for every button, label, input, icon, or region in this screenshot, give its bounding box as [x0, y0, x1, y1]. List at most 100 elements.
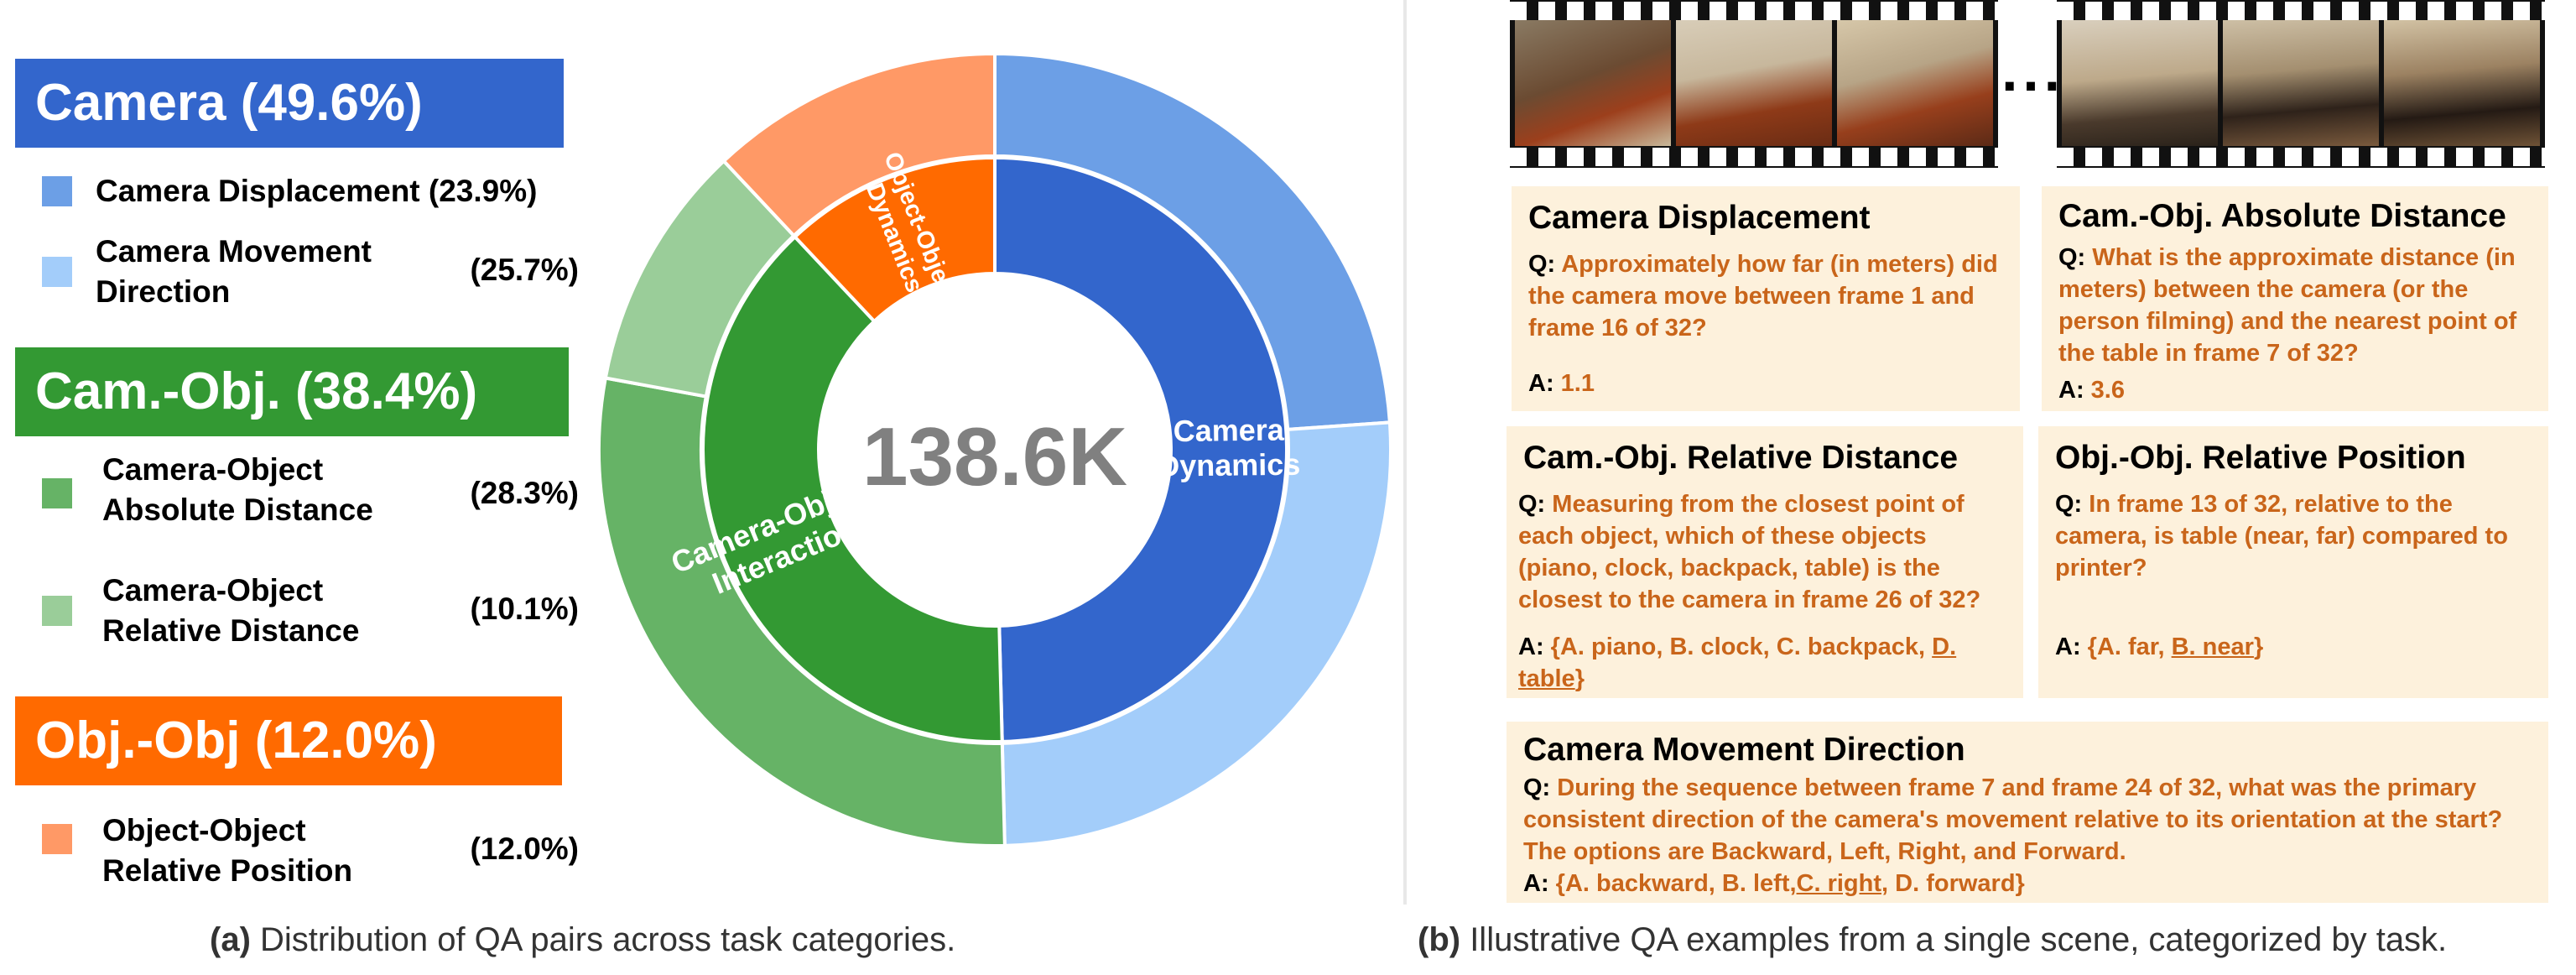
qa-question: Q: Approximately how far (in meters) did…	[1528, 248, 2003, 344]
caption-a-tag: (a)	[210, 921, 251, 958]
caption-a-text: Distribution of QA pairs across task cat…	[250, 921, 956, 958]
qa-card-camera-movement: Camera Movement Direction Q: During the …	[1507, 722, 2548, 903]
legend-pct: (25.7%)	[470, 253, 579, 287]
filmstrip-left	[1510, 0, 1998, 168]
inner-label-line1: Camera	[1173, 412, 1285, 448]
answer-text: 3.6	[2090, 377, 2125, 404]
legend-label-line2: Direction	[96, 274, 231, 309]
qa-answer: A: 1.1	[1528, 368, 2003, 399]
a-prefix: A:	[1518, 633, 1544, 660]
legend-label: Camera-Object Relative Distance	[102, 571, 359, 651]
correct-answer: C. right	[1796, 870, 1882, 897]
qa-card-title: Cam.-Obj. Absolute Distance	[2058, 198, 2506, 234]
video-frame	[2384, 20, 2540, 146]
legend-label-line1: Camera-Object	[102, 452, 324, 487]
inner-slice-label: CameraDynamics	[1158, 412, 1301, 483]
legend-label-line2: Absolute Distance	[102, 493, 373, 527]
a-prefix: A:	[2058, 377, 2084, 404]
center-total-label: 138.6K	[862, 410, 1127, 503]
filmstrip-frames	[2062, 20, 2540, 146]
legend-banner-camera: Camera (49.6%)	[15, 59, 564, 148]
legend-pct: (10.1%)	[470, 592, 579, 626]
legend-pct: (12.0%)	[470, 832, 579, 866]
legend-swatch	[42, 478, 72, 508]
answer-text: 1.1	[1560, 370, 1595, 397]
legend-label: Object-Object Relative Position	[102, 811, 352, 891]
video-frame	[1676, 20, 1832, 146]
qa-card-title: Camera Displacement	[1528, 200, 1871, 236]
legend-label-line1: Camera Movement	[96, 234, 372, 269]
legend-item-camobj-relative: Camera-Object Relative Distance (10.1%)	[42, 571, 579, 651]
legend-label-line1: Object-Object	[102, 813, 306, 847]
legend-label: Camera Displacement (23.9%)	[96, 174, 538, 208]
qa-card-title: Obj.-Obj. Relative Position	[2055, 440, 2466, 476]
legend-swatch	[42, 596, 72, 626]
answer-close: }	[1574, 665, 1585, 692]
answer-options: {A. piano, B. clock, C. backpack,	[1550, 633, 1933, 660]
video-frame	[1837, 20, 1993, 146]
question-text: Measuring from the closest point of each…	[1518, 491, 1981, 613]
legend-label-line1: Camera-Object	[102, 573, 324, 607]
qa-answer: A: {A. backward, B. left,C. right, D. fo…	[1523, 868, 2532, 899]
answer-close: , D. forward}	[1881, 870, 2025, 897]
filmstrip-holes-bottom	[2057, 148, 2545, 166]
legend-banner-camobj: Cam.-Obj. (38.4%)	[15, 347, 569, 436]
sunburst-chart: CameraDynamicsCamera-ObjectInteractionOb…	[597, 51, 1392, 847]
qa-card-title: Camera Movement Direction	[1523, 732, 1965, 768]
qa-question: Q: In frame 13 of 32, relative to the ca…	[2055, 488, 2532, 584]
filmstrip-frames	[1515, 20, 1993, 146]
video-frame	[2223, 20, 2379, 146]
answer-options: {A. backward, B. left,	[1555, 870, 1797, 897]
legend-swatch	[42, 257, 72, 287]
caption-b-text: Illustrative QA examples from a single s…	[1460, 921, 2448, 958]
qa-card-rel-position: Obj.-Obj. Relative Position Q: In frame …	[2038, 426, 2548, 698]
filmstrip-holes-bottom	[1510, 148, 1998, 166]
inner-label-line2: Dynamics	[1158, 447, 1301, 483]
qa-question: Q: During the sequence between frame 7 a…	[1523, 772, 2532, 868]
legend-pct: (28.3%)	[470, 476, 579, 510]
question-text: Approximately how far (in meters) did th…	[1528, 251, 1998, 342]
legend-item-camobj-absolute: Camera-Object Absolute Distance (28.3%)	[42, 450, 579, 530]
qa-card-rel-distance: Cam.-Obj. Relative Distance Q: Measuring…	[1507, 426, 2023, 698]
filmstrip-right	[2057, 0, 2545, 168]
q-prefix: Q:	[1523, 774, 1551, 801]
question-text: During the sequence between frame 7 and …	[1523, 774, 2503, 865]
filmstrip-ellipsis: ···	[2001, 53, 2065, 118]
qa-question: Q: What is the approximate distance (in …	[2058, 242, 2532, 369]
qa-answer: A: {A. far, B. near}	[2055, 631, 2532, 663]
legend-label-line2: Relative Distance	[102, 613, 360, 648]
caption-b: (b) Illustrative QA examples from a sing…	[1418, 921, 2447, 959]
legend-label: Camera Movement Direction	[96, 232, 372, 312]
a-prefix: A:	[1528, 370, 1554, 397]
filmstrip-holes-top	[2057, 2, 2545, 20]
answer-options: {A. far,	[2087, 633, 2172, 660]
legend-item-objobj-position: Object-Object Relative Position (12.0%)	[42, 811, 579, 891]
a-prefix: A:	[1523, 870, 1549, 897]
q-prefix: Q:	[1518, 491, 1546, 518]
video-frame	[2062, 20, 2218, 146]
video-frame	[1515, 20, 1671, 146]
answer-close: }	[2253, 633, 2264, 660]
question-text: In frame 13 of 32, relative to the camer…	[2055, 491, 2508, 581]
legend-label: Camera-Object Absolute Distance	[102, 450, 373, 530]
qa-card-abs-distance: Cam.-Obj. Absolute Distance Q: What is t…	[2042, 186, 2548, 411]
legend-item-camera-movement-direction: Camera Movement Direction (25.7%)	[42, 232, 579, 312]
legend-swatch	[42, 176, 72, 206]
legend-swatch	[42, 824, 72, 854]
legend-banner-objobj: Obj.-Obj (12.0%)	[15, 696, 562, 785]
qa-answer: A: 3.6	[2058, 374, 2532, 406]
caption-a: (a) Distribution of QA pairs across task…	[210, 921, 955, 959]
q-prefix: Q:	[2055, 491, 2083, 518]
panel-divider	[1403, 0, 1407, 905]
qa-answer: A: {A. piano, B. clock, C. backpack, D. …	[1518, 631, 2006, 695]
filmstrip-holes-top	[1510, 2, 1998, 20]
question-text: What is the approximate distance (in met…	[2058, 244, 2517, 367]
q-prefix: Q:	[1528, 251, 1556, 278]
qa-card-camera-displacement: Camera Displacement Q: Approximately how…	[1512, 186, 2020, 411]
a-prefix: A:	[2055, 633, 2081, 660]
legend-item-camera-displacement: Camera Displacement (23.9%)	[42, 171, 579, 211]
qa-question: Q: Measuring from the closest point of e…	[1518, 488, 2006, 616]
correct-answer: B. near	[2171, 633, 2254, 660]
caption-b-tag: (b)	[1418, 921, 1461, 958]
qa-card-title: Cam.-Obj. Relative Distance	[1523, 440, 1959, 476]
